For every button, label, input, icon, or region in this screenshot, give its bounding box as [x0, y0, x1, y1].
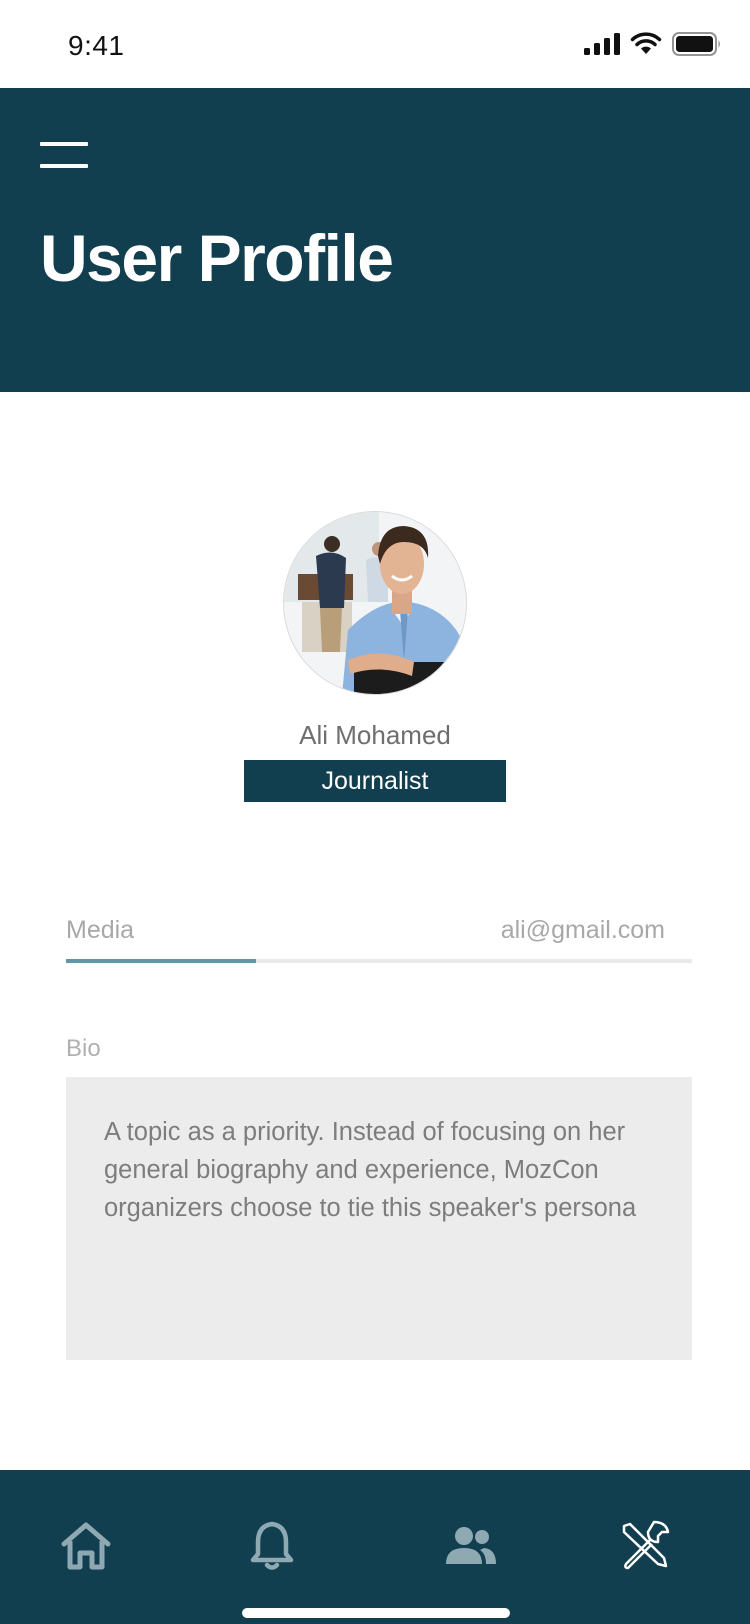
bio-label: Bio	[66, 1035, 101, 1062]
tools-icon[interactable]	[614, 1516, 674, 1576]
people-icon[interactable]	[440, 1516, 500, 1576]
status-icons	[584, 32, 722, 56]
avatar	[283, 511, 467, 695]
status-bar: 9:41	[0, 0, 750, 88]
page-title: User Profile	[40, 221, 394, 295]
home-indicator	[242, 1608, 510, 1618]
home-icon[interactable]	[56, 1516, 116, 1576]
tab-media[interactable]: Media	[66, 916, 134, 945]
profile-header: User Profile	[0, 88, 750, 392]
profile-photo	[284, 512, 466, 694]
notification-bell-icon[interactable]	[242, 1516, 302, 1576]
battery-icon	[672, 32, 720, 56]
tab-active-indicator	[66, 959, 256, 963]
tab-email[interactable]: ali@gmail.com	[501, 916, 665, 945]
wifi-icon	[630, 32, 662, 54]
status-time: 9:41	[68, 30, 125, 61]
hamburger-menu-icon[interactable]	[40, 140, 88, 168]
bottom-nav	[0, 1470, 750, 1624]
bio-text: A topic as a priority. Instead of focusi…	[104, 1118, 637, 1222]
bio-field[interactable]: A topic as a priority. Instead of focusi…	[66, 1077, 692, 1360]
user-name: Ali Mohamed	[299, 720, 451, 750]
profile-tabs: Media ali@gmail.com	[66, 912, 692, 964]
cellular-signal-icon	[584, 33, 620, 55]
role-badge: Journalist	[244, 760, 506, 802]
